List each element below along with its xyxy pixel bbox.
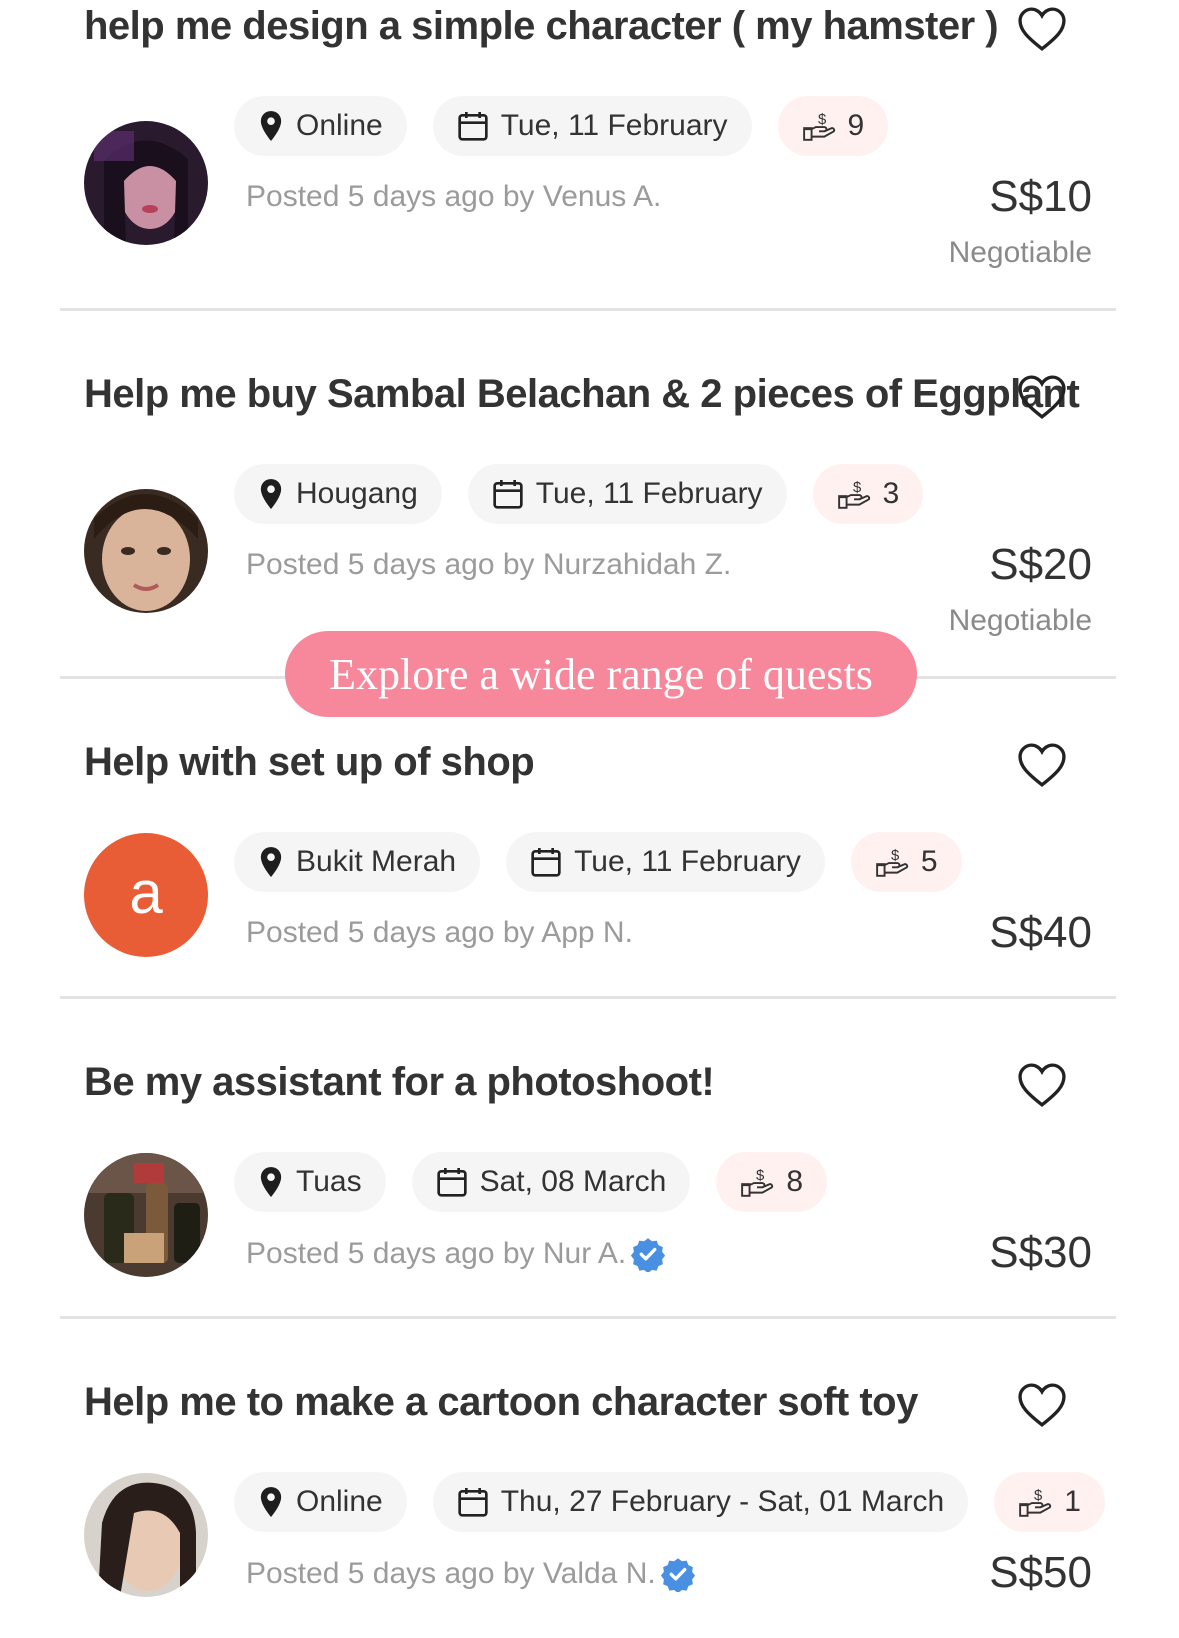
quest-price: S$30	[989, 1228, 1092, 1277]
posted-info: Posted 5 days ago by Nurzahidah Z.	[246, 548, 731, 582]
map-pin-icon	[260, 111, 282, 141]
posted-info: Posted 5 days ago by Valda N.	[246, 1556, 696, 1592]
map-pin-icon	[260, 479, 282, 509]
posted-info: Posted 5 days ago by App N.	[246, 916, 633, 950]
date-chip: Sat, 08 March	[411, 1152, 691, 1212]
posted-text: Posted 5 days ago by Nur A.	[246, 1237, 627, 1270]
location-text: Online	[296, 1485, 383, 1518]
hand-coin-icon: $	[802, 112, 835, 141]
explore-banner: Explore a wide range of quests	[285, 631, 917, 717]
offers-chip: $ 3	[812, 464, 924, 524]
location-text: Tuas	[296, 1165, 362, 1198]
divider	[60, 308, 1116, 311]
quest-price: S$10	[989, 172, 1092, 221]
quest-title[interactable]: help me design a simple character ( my h…	[84, 4, 999, 49]
posted-text: Posted 5 days ago by App N.	[246, 916, 633, 949]
offers-count: 3	[882, 477, 900, 510]
verified-badge-icon	[660, 1558, 695, 1592]
quest-card[interactable]: Help with set up of shop a Bukit Merah T…	[60, 726, 1116, 999]
offers-chip: $ 1	[994, 1472, 1105, 1532]
hand-coin-icon: $	[837, 480, 870, 509]
svg-text:$: $	[756, 1168, 765, 1184]
calendar-icon	[531, 848, 561, 877]
svg-text:$: $	[853, 480, 862, 496]
map-pin-icon	[260, 847, 282, 877]
location-text: Bukit Merah	[296, 845, 457, 878]
date-text: Thu, 27 February - Sat, 01 March	[500, 1485, 945, 1518]
quest-price: S$20	[989, 540, 1092, 589]
date-chip: Tue, 11 February	[432, 96, 752, 156]
avatar[interactable]	[84, 1153, 208, 1277]
avatar[interactable]	[84, 1473, 208, 1597]
posted-text: Posted 5 days ago by Venus A.	[246, 180, 662, 213]
hand-coin-icon: $	[741, 1168, 774, 1197]
location-chip: Online	[234, 96, 407, 156]
divider	[60, 1316, 1116, 1319]
svg-text:$: $	[891, 848, 900, 864]
offers-chip: $ 5	[850, 832, 962, 892]
hand-coin-icon: $	[876, 848, 908, 877]
map-pin-icon	[260, 1487, 282, 1517]
calendar-icon	[493, 480, 523, 509]
date-text: Tue, 11 February	[500, 109, 728, 142]
quest-price: S$50	[989, 1548, 1092, 1597]
heart-icon[interactable]	[1016, 1382, 1068, 1428]
date-text: Tue, 11 February	[535, 477, 763, 510]
avatar[interactable]	[84, 489, 208, 613]
location-chip: Bukit Merah	[234, 832, 481, 892]
location-chip: Online	[234, 1472, 407, 1532]
svg-text:$: $	[818, 112, 827, 128]
location-text: Online	[296, 109, 383, 142]
date-chip: Thu, 27 February - Sat, 01 March	[432, 1472, 969, 1532]
posted-text: Posted 5 days ago by Nurzahidah Z.	[246, 548, 732, 581]
heart-icon[interactable]	[1016, 1062, 1068, 1108]
heart-icon[interactable]	[1016, 6, 1068, 52]
date-text: Tue, 11 February	[574, 845, 801, 878]
verified-badge-icon	[631, 1238, 666, 1272]
calendar-icon	[436, 1168, 467, 1197]
quest-card[interactable]: help me design a simple character ( my h…	[60, 0, 1116, 311]
quest-title[interactable]: Help with set up of shop	[84, 740, 535, 785]
offers-count: 1	[1064, 1485, 1081, 1518]
offers-chip: $ 9	[777, 96, 889, 156]
negotiable-label: Negotiable	[948, 604, 1092, 637]
date-chip: Tue, 11 February	[506, 832, 825, 892]
offers-count: 9	[847, 109, 865, 142]
avatar[interactable]: a	[84, 833, 208, 957]
quest-title[interactable]: Help me buy Sambal Belachan & 2 pieces o…	[84, 372, 1080, 417]
date-chip: Tue, 11 February	[467, 464, 787, 524]
posted-text: Posted 5 days ago by Valda N.	[246, 1557, 656, 1590]
negotiable-label: Negotiable	[948, 236, 1092, 269]
location-text: Hougang	[296, 477, 418, 510]
svg-text:$: $	[1034, 1488, 1043, 1504]
hand-coin-icon: $	[1019, 1488, 1052, 1517]
quest-card[interactable]: Help me to make a cartoon character soft…	[60, 1366, 1116, 1638]
location-chip: Hougang	[234, 464, 442, 524]
quest-card[interactable]: Help me buy Sambal Belachan & 2 pieces o…	[60, 358, 1116, 679]
quest-price: S$40	[989, 908, 1092, 957]
offers-chip: $ 8	[716, 1152, 828, 1212]
date-text: Sat, 08 March	[479, 1165, 667, 1198]
heart-icon[interactable]	[1016, 374, 1068, 420]
divider	[60, 996, 1116, 999]
map-pin-icon	[260, 1167, 282, 1197]
avatar-letter: a	[129, 858, 163, 926]
calendar-icon	[458, 112, 488, 141]
calendar-icon	[458, 1488, 488, 1517]
heart-icon[interactable]	[1016, 742, 1068, 788]
offers-count: 8	[786, 1165, 804, 1198]
quest-title[interactable]: Be my assistant for a photoshoot!	[84, 1060, 715, 1105]
location-chip: Tuas	[234, 1152, 386, 1212]
quest-card[interactable]: Be my assistant for a photoshoot! Tuas S…	[60, 1046, 1116, 1319]
offers-count: 5	[920, 845, 938, 878]
posted-info: Posted 5 days ago by Nur A.	[246, 1236, 666, 1272]
posted-info: Posted 5 days ago by Venus A.	[246, 180, 661, 214]
avatar[interactable]	[84, 121, 208, 245]
quest-title[interactable]: Help me to make a cartoon character soft…	[84, 1380, 918, 1425]
